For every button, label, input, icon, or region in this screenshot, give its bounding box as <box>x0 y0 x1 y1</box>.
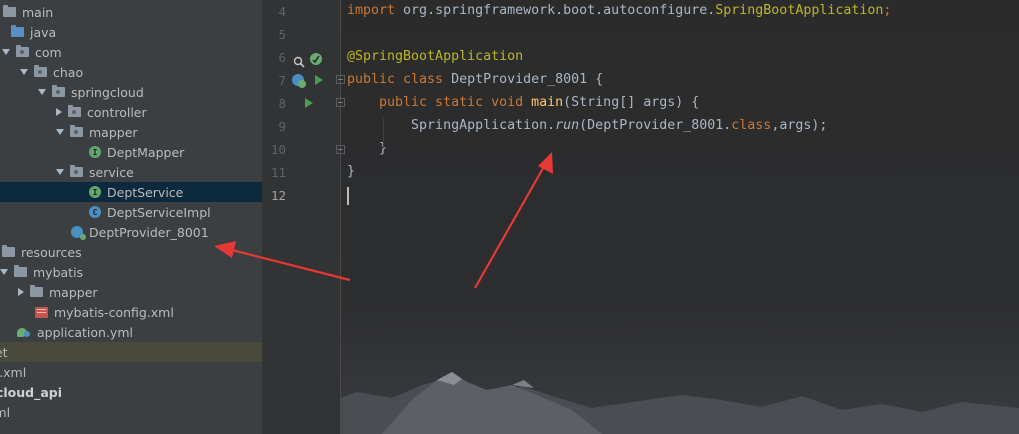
annotation-arrows <box>214 152 553 289</box>
annotation-arrowhead-up <box>538 152 553 174</box>
annotation-arrowhead-left <box>214 241 236 258</box>
